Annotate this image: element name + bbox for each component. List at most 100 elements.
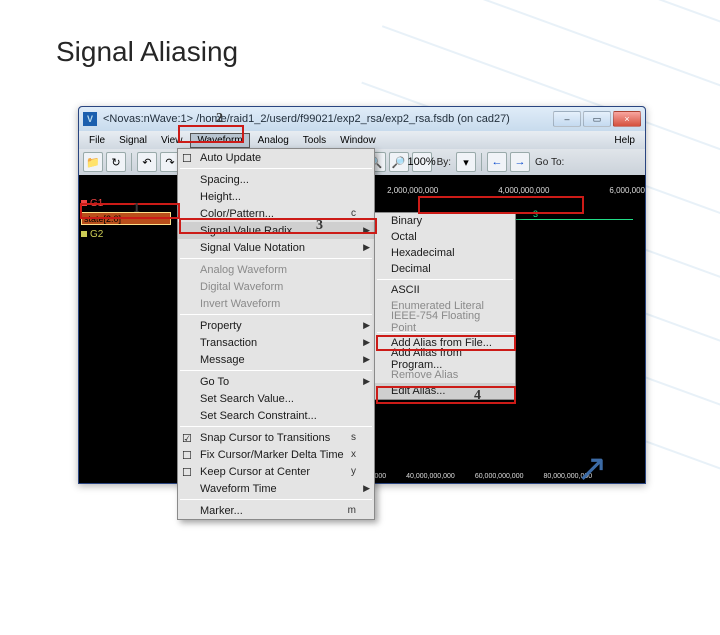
menu-item-label: Spacing...: [200, 174, 249, 186]
checkbox-icon: ☑: [182, 432, 194, 444]
menu-search-value[interactable]: Set Search Value...: [178, 390, 374, 407]
submenu-decimal[interactable]: Decimal: [375, 261, 515, 277]
menu-fix-delta[interactable]: ☐Fix Cursor/Marker Delta Timex: [178, 446, 374, 463]
callout-1: 1: [133, 201, 140, 217]
submenu-ieee[interactable]: IEEE-754 Floating Point: [375, 314, 515, 330]
titlebar: V <Novas:nWave:1> /home/raid1_2/userd/f9…: [79, 107, 645, 131]
menu-item-label: Keep Cursor at Center: [200, 466, 310, 478]
menu-view[interactable]: View: [155, 134, 189, 147]
menu-goto[interactable]: Go To▶: [178, 373, 374, 390]
submenu-arrow-icon: ▶: [363, 242, 370, 253]
submenu-item-label: Octal: [391, 231, 417, 243]
menu-item-label: Auto Update: [200, 152, 261, 164]
submenu-hex[interactable]: Hexadecimal: [375, 245, 515, 261]
shortcut-label: c: [351, 208, 356, 219]
bullet-icon: [81, 231, 87, 237]
checkbox-icon: ☐: [182, 152, 194, 164]
callout-4: 4: [474, 388, 481, 404]
submenu-arrow-icon: ▶: [363, 225, 370, 236]
submenu-arrow-icon: ▶: [363, 320, 370, 331]
menu-help[interactable]: Help: [608, 134, 641, 147]
menu-item-label: Color/Pattern...: [200, 208, 274, 220]
menu-item-label: Signal Value Radix: [200, 225, 292, 237]
menu-analog-wf[interactable]: Analog Waveform: [178, 261, 374, 278]
shortcut-label: m: [348, 505, 356, 516]
app-icon: V: [83, 112, 97, 126]
callout-3: 3: [316, 218, 323, 234]
ruler-tick: 6,000,000: [609, 186, 645, 195]
menu-snap-cursor[interactable]: ☑Snap Cursor to Transitionss: [178, 429, 374, 446]
by-label: By:: [435, 157, 453, 168]
submenu-arrow-icon: ▶: [363, 376, 370, 387]
submenu-octal[interactable]: Octal: [375, 229, 515, 245]
slide-title: Signal Aliasing: [56, 36, 238, 68]
submenu-arrow-icon: ▶: [363, 337, 370, 348]
submenu-item-label: Remove Alias: [391, 369, 458, 381]
submenu-edit-alias[interactable]: Edit Alias...: [375, 383, 515, 399]
menu-item-label: Height...: [200, 191, 241, 203]
menu-waveform[interactable]: Waveform: [190, 133, 249, 148]
menu-waveform-time[interactable]: Waveform Time▶: [178, 480, 374, 497]
menu-item-label: Set Search Constraint...: [200, 410, 317, 422]
ruler-tick: 40,000,000,000: [406, 473, 455, 480]
menu-tools[interactable]: Tools: [297, 134, 332, 147]
arrow-right-icon[interactable]: →: [510, 152, 530, 172]
menu-radix[interactable]: Signal Value Radix ▶: [178, 222, 374, 239]
callout-2: 2: [216, 111, 223, 127]
menu-item-label: Marker...: [200, 505, 243, 517]
menu-marker[interactable]: Marker... m: [178, 502, 374, 519]
menu-item-label: Set Search Value...: [200, 393, 294, 405]
undo-icon[interactable]: ↶: [137, 152, 157, 172]
menu-spacing[interactable]: Spacing...: [178, 171, 374, 188]
submenu-item-label: IEEE-754 Floating Point: [391, 310, 507, 334]
menu-analog[interactable]: Analog: [252, 134, 295, 147]
submenu-item-label: Hexadecimal: [391, 247, 455, 259]
goto-label: Go To:: [533, 157, 566, 168]
menu-digital-wf[interactable]: Digital Waveform: [178, 278, 374, 295]
menu-item-label: Signal Value Notation: [200, 242, 305, 254]
arrow-pointer-icon: ↗: [576, 446, 608, 491]
submenu-item-label: Add Alias from Program...: [391, 347, 507, 371]
checkbox-icon: ☐: [182, 466, 194, 478]
signal-g2-label: G2: [90, 229, 103, 240]
menu-item-label: Transaction: [200, 337, 257, 349]
menu-search-constraint[interactable]: Set Search Constraint...: [178, 407, 374, 424]
submenu-item-label: Binary: [391, 215, 422, 227]
by-select-icon[interactable]: ▾: [456, 152, 476, 172]
submenu-binary[interactable]: Binary: [375, 213, 515, 229]
submenu-item-label: Edit Alias...: [391, 385, 445, 397]
menu-file[interactable]: File: [83, 134, 111, 147]
ruler-tick: 60,000,000,000: [475, 473, 524, 480]
close-button[interactable]: ×: [613, 111, 641, 127]
menu-signal[interactable]: Signal: [113, 134, 153, 147]
minimize-button[interactable]: –: [553, 111, 581, 127]
open-icon[interactable]: 📁: [83, 152, 103, 172]
menu-window[interactable]: Window: [334, 134, 382, 147]
signal-g1-label: G1: [90, 198, 103, 209]
menu-invert-wf[interactable]: Invert Waveform: [178, 295, 374, 312]
menu-item-label: Snap Cursor to Transitions: [200, 432, 330, 444]
zoom-in-icon[interactable]: 🔎: [389, 152, 409, 172]
menu-color[interactable]: Color/Pattern... c: [178, 205, 374, 222]
submenu-add-alias-prog[interactable]: Add Alias from Program...: [375, 351, 515, 367]
signal-state[interactable]: state[2:0]: [81, 212, 171, 225]
menu-message[interactable]: Message▶: [178, 351, 374, 368]
reload-icon[interactable]: ↻: [106, 152, 126, 172]
signal-g1[interactable]: G1: [79, 195, 173, 211]
submenu-item-label: ASCII: [391, 284, 420, 296]
signal-g2[interactable]: G2: [79, 226, 173, 242]
menu-height[interactable]: Height...: [178, 188, 374, 205]
menubar: File Signal View Waveform Analog Tools W…: [79, 131, 645, 149]
submenu-item-label: Decimal: [391, 263, 431, 275]
menu-auto-update[interactable]: ☐ Auto Update: [178, 149, 374, 166]
signal-list-pane: G1 state[2:0] G2: [79, 175, 173, 469]
arrow-left-icon[interactable]: ←: [487, 152, 507, 172]
zoom-100-icon[interactable]: 100%: [412, 152, 432, 172]
maximize-button[interactable]: ▭: [583, 111, 611, 127]
menu-notation[interactable]: Signal Value Notation ▶: [178, 239, 374, 256]
ruler-tick: 4,000,000,000: [498, 186, 549, 195]
submenu-ascii[interactable]: ASCII: [375, 282, 515, 298]
menu-property[interactable]: Property▶: [178, 317, 374, 334]
menu-keep-center[interactable]: ☐Keep Cursor at Centery: [178, 463, 374, 480]
menu-transaction[interactable]: Transaction ▶: [178, 334, 374, 351]
